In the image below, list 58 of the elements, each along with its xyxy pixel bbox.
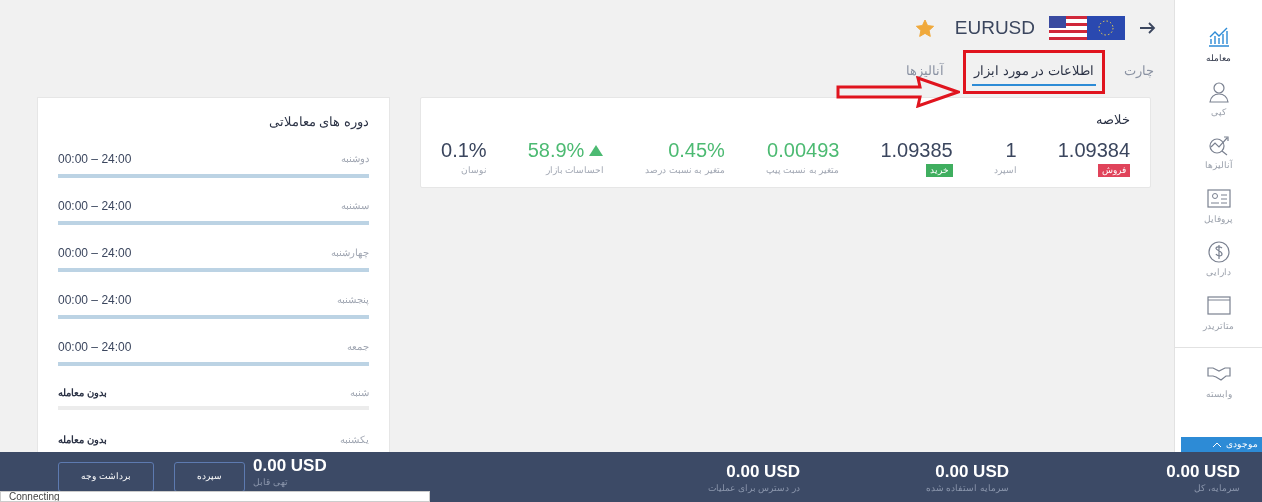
day-label: شنبه: [350, 385, 369, 400]
sidebar-item[interactable]: دارایی: [1175, 236, 1262, 284]
chart-magnifier-icon: [1206, 133, 1231, 157]
tab[interactable]: اطلاعات در مورد ابزار: [972, 61, 1096, 86]
person-icon: [1206, 79, 1231, 104]
day-label: دوشنبه: [341, 152, 369, 166]
id-card-icon: [1206, 186, 1231, 211]
price-badge: فروش: [1098, 163, 1130, 177]
stat-value: 0.45%: [668, 137, 725, 162]
no-trading-label: بدون معامله: [58, 432, 107, 447]
tab[interactable]: چارت: [1122, 61, 1156, 86]
trading-hours: 24:00 – 00:00: [58, 338, 132, 356]
symbol-name: EURUSD: [954, 16, 1035, 40]
trading-hours: 24:00 – 00:00: [58, 291, 132, 309]
balance-label: تهی قابل: [253, 476, 288, 489]
bar-chart-icon: [1206, 26, 1231, 50]
window-icon: [1206, 293, 1231, 318]
stat-value: 0.00493: [767, 137, 840, 162]
currency-flags-icon: [1049, 16, 1125, 41]
stat-value: 0.1%: [441, 137, 487, 162]
balance-value: 0.00 USD: [1166, 462, 1240, 482]
stat-label: نوسان: [460, 163, 487, 177]
sidebar-item[interactable]: متاتریدر: [1175, 289, 1262, 337]
balance-value: 0.00 USD: [726, 462, 800, 482]
balance-value: 0.00 USD: [935, 462, 1009, 482]
dollar-icon: [1206, 240, 1231, 264]
sidebar-item[interactable]: آنالیزها: [1175, 129, 1262, 177]
no-trading-label: بدون معامله: [58, 385, 107, 400]
sidebar-item[interactable]: کپی: [1175, 75, 1262, 123]
day-label: یکشنبه: [340, 432, 369, 447]
balance-label: در دسترس برای عملیات: [708, 482, 800, 496]
day-label: چهارشنبه: [331, 246, 369, 260]
balance-label: سرمایه، کل: [1194, 482, 1240, 495]
day-label: جمعه: [347, 340, 369, 354]
stat-label: متغیر به نسبت پیپ: [765, 163, 840, 177]
summary-title: خلاصه: [1095, 111, 1130, 129]
balance-value: 0.00 USD: [253, 456, 327, 476]
trading-hours: 24:00 – 00:00: [58, 150, 132, 168]
balance-toggle[interactable]: موجودی: [1181, 437, 1262, 452]
caret-up-icon: [1212, 440, 1222, 449]
day-label: سشنبه: [341, 199, 369, 213]
day-label: پنجشنبه: [337, 293, 369, 307]
stat-label: متغیر به نسبت درصد: [645, 163, 725, 177]
sidebar-item[interactable]: معامله: [1175, 22, 1262, 70]
stat-value: 58.9%: [527, 137, 585, 162]
stat-label: احساسات بازار: [545, 163, 605, 177]
stat-value: 1: [1005, 137, 1017, 162]
price-value: 1.09385: [880, 137, 953, 162]
tab[interactable]: آنالیزها: [904, 61, 947, 86]
sidebar-item[interactable]: پروفایل: [1175, 182, 1262, 230]
sidebar-item[interactable]: وابسته: [1175, 358, 1262, 406]
price-value: 1.09384: [1057, 137, 1130, 162]
price-badge: خرید: [925, 163, 953, 177]
trading-hours: 24:00 – 00:00: [58, 197, 132, 215]
stat-label: اسپرد: [993, 163, 1017, 177]
balance-label: سرمایه استفاده شده: [926, 482, 1009, 495]
trading-hours: 24:00 – 00:00: [58, 244, 132, 262]
schedule-title: دوره های معاملاتی: [267, 113, 369, 132]
